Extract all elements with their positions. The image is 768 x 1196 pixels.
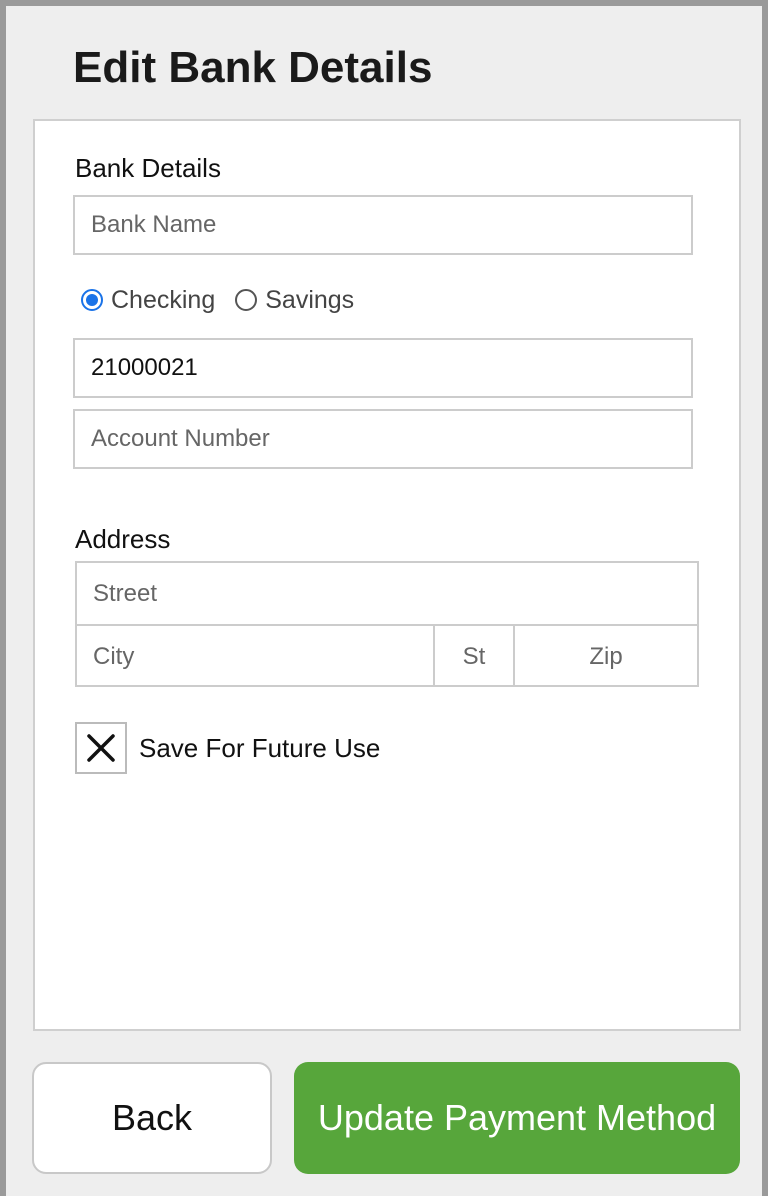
check-x-icon bbox=[87, 734, 115, 762]
save-for-future-row: Save For Future Use bbox=[75, 722, 380, 774]
radio-option-checking[interactable]: Checking bbox=[81, 286, 215, 315]
dialog-title: Edit Bank Details bbox=[73, 43, 433, 92]
radio-unchecked-icon[interactable] bbox=[235, 289, 258, 311]
street-input[interactable]: Street bbox=[77, 563, 697, 624]
address-fields: Street City St Zip bbox=[75, 561, 699, 687]
back-button[interactable]: Back bbox=[32, 1062, 272, 1174]
radio-option-savings[interactable]: Savings bbox=[235, 286, 354, 315]
update-payment-method-button[interactable]: Update Payment Method bbox=[294, 1062, 740, 1174]
city-input[interactable]: City bbox=[77, 626, 435, 687]
account-number-field[interactable] bbox=[73, 409, 693, 469]
bank-details-label: Bank Details bbox=[75, 153, 221, 183]
zip-input[interactable]: Zip bbox=[515, 626, 697, 687]
account-number-input[interactable] bbox=[75, 411, 691, 467]
account-type-radio-group: Checking Savings bbox=[81, 283, 374, 317]
radio-checked-icon[interactable] bbox=[81, 289, 103, 311]
radio-label-checking: Checking bbox=[111, 285, 216, 314]
address-label: Address bbox=[75, 524, 171, 554]
radio-label-savings: Savings bbox=[265, 285, 355, 314]
routing-number-field[interactable] bbox=[73, 338, 693, 398]
routing-number-input[interactable] bbox=[75, 340, 691, 396]
state-input[interactable]: St bbox=[435, 626, 515, 687]
bank-name-input[interactable] bbox=[75, 197, 691, 253]
address-street-row: Street bbox=[77, 563, 697, 624]
form-panel: Bank Details Checking Savings Address St… bbox=[33, 119, 741, 1031]
edit-bank-details-dialog: Edit Bank Details Bank Details Checking … bbox=[6, 6, 762, 1196]
save-for-future-checkbox[interactable] bbox=[75, 722, 127, 774]
address-city-row: City St Zip bbox=[77, 624, 697, 687]
bank-name-field[interactable] bbox=[73, 195, 693, 255]
save-for-future-label: Save For Future Use bbox=[139, 732, 381, 763]
